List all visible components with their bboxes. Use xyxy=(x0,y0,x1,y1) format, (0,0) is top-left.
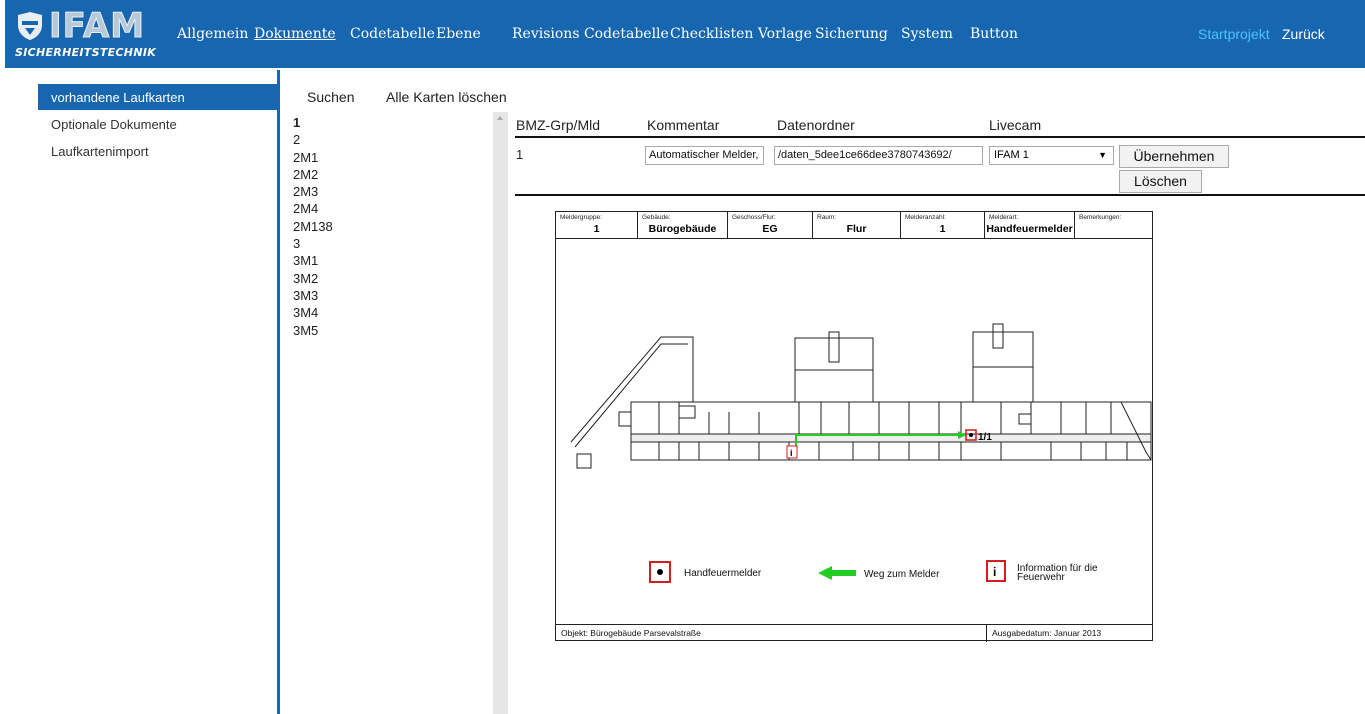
livecam-select[interactable]: IFAM 1 ▼ xyxy=(989,146,1114,165)
nav-system[interactable]: System xyxy=(901,26,953,42)
kommentar-field[interactable]: Automatischer Melder, xyxy=(645,146,764,165)
list-item[interactable]: 2M3 xyxy=(293,183,493,200)
list-item[interactable]: 3 xyxy=(293,235,493,252)
scroll-up-arrow-icon[interactable] xyxy=(497,116,503,120)
column-header-livecam: Livecam xyxy=(989,117,1042,133)
legend-info-line2: Feuerwehr xyxy=(1017,572,1065,583)
detector-label: 1/1 xyxy=(978,432,992,443)
nav-sicherung[interactable]: Sicherung xyxy=(815,26,888,42)
sidebar-item-laufkartenimport[interactable]: Laufkartenimport xyxy=(38,138,278,164)
laufkarte-header: Meldergruppe: 1 Gebäude: Bürogebäude Ges… xyxy=(556,212,1152,239)
list-item[interactable]: 1 xyxy=(293,114,493,131)
bmz-value: 1 xyxy=(516,147,524,162)
laufkarte-preview: Meldergruppe: 1 Gebäude: Bürogebäude Ges… xyxy=(555,211,1153,642)
shield-logo-icon xyxy=(18,12,42,40)
table-header-rule xyxy=(515,136,1365,138)
list-item[interactable]: 2M4 xyxy=(293,200,493,217)
nav-dokumente[interactable]: Dokumente xyxy=(254,26,336,42)
list-item[interactable]: 3M5 xyxy=(293,322,493,339)
footer-divider xyxy=(986,625,987,642)
column-header-bmz: BMZ-Grp/Mld xyxy=(516,117,600,133)
laufkarte-footer: Objekt: Bürogebäude Parsevalstraße Ausga… xyxy=(556,624,1152,642)
header-cell-geschoss: Geschoss/Flur: EG xyxy=(728,212,813,238)
list-item[interactable]: 2 xyxy=(293,131,493,148)
list-item[interactable]: 3M2 xyxy=(293,270,493,287)
handfeuermelder-legend-icon xyxy=(649,561,671,583)
header-cell-meldergruppe: Meldergruppe: 1 xyxy=(556,212,638,238)
search-link[interactable]: Suchen xyxy=(307,89,354,105)
livecam-selected-value: IFAM 1 xyxy=(994,149,1029,161)
brand-name: IFAM xyxy=(48,6,146,46)
nav-ebene[interactable]: Ebene xyxy=(436,26,481,42)
delete-all-cards-link[interactable]: Alle Karten löschen xyxy=(386,89,507,105)
ifam-logo[interactable]: IFAM SICHERHEITSTECHNIK xyxy=(15,6,157,60)
nav-revisions-codetabelle[interactable]: Revisions Codetabelle xyxy=(512,26,669,42)
top-navigation-bar: IFAM SICHERHEITSTECHNIK Allgemein Dokume… xyxy=(5,0,1365,68)
route-arrow-legend-icon xyxy=(818,566,856,580)
nav-button[interactable]: Button xyxy=(970,26,1018,42)
nav-codetabelle[interactable]: Codetabelle xyxy=(350,26,435,42)
footer-ausgabedatum: Ausgabedatum: Januar 2013 xyxy=(992,628,1102,638)
sidebar-item-optionale-dokumente[interactable]: Optionale Dokumente xyxy=(38,111,278,137)
header-cell-melderart: Melderart: Handfeuermelder xyxy=(985,212,1075,238)
table-bottom-rule xyxy=(515,194,1365,196)
sidebar-divider xyxy=(277,70,280,714)
list-item[interactable]: 2M2 xyxy=(293,166,493,183)
list-item[interactable]: 3M4 xyxy=(293,304,493,321)
apply-button[interactable]: Übernehmen xyxy=(1119,145,1229,168)
floor-plan: 1/1 i xyxy=(570,323,1152,469)
header-cell-bemerkungen: Bemerkungen: xyxy=(1079,214,1122,221)
list-item[interactable]: 2M138 xyxy=(293,218,493,235)
svg-text:i: i xyxy=(790,448,793,458)
sidebar-item-vorhandene-laufkarten[interactable]: vorhandene Laufkarten xyxy=(38,84,278,110)
legend-handfeuermelder: Handfeuermelder xyxy=(684,568,762,579)
nav-checklisten-vorlage[interactable]: Checklisten Vorlage xyxy=(670,26,812,42)
column-header-datenordner: Datenordner xyxy=(777,117,855,133)
footer-objekt: Objekt: Bürogebäude Parsevalstraße xyxy=(561,628,701,638)
nav-allgemein[interactable]: Allgemein xyxy=(177,26,248,42)
card-list: 1 2 2M1 2M2 2M3 2M4 2M138 3 3M1 3M2 3M3 … xyxy=(293,114,493,339)
list-item[interactable]: 3M1 xyxy=(293,252,493,269)
list-item[interactable]: 2M1 xyxy=(293,149,493,166)
zurueck-link[interactable]: Zurück xyxy=(1282,26,1325,42)
datenordner-field[interactable]: /daten_5dee1ce66dee3780743692/ xyxy=(774,146,983,165)
svg-text:i: i xyxy=(993,565,996,579)
info-legend-icon: i xyxy=(986,560,1006,582)
header-cell-melderanzahl: Melderanzahl: 1 xyxy=(901,212,985,238)
legend-weg-zum-melder: Weg zum Melder xyxy=(864,569,940,580)
startprojekt-link[interactable]: Startprojekt xyxy=(1198,26,1270,42)
column-header-kommentar: Kommentar xyxy=(647,117,720,133)
list-item[interactable]: 3M3 xyxy=(293,287,493,304)
delete-button[interactable]: Löschen xyxy=(1119,170,1202,193)
chevron-down-icon: ▼ xyxy=(1098,150,1107,160)
sidebar: vorhandene Laufkarten Optionale Dokument… xyxy=(30,70,280,714)
card-list-scrollbar[interactable] xyxy=(493,112,508,714)
header-cell-gebaeude: Gebäude: Bürogebäude xyxy=(638,212,728,238)
brand-tagline: SICHERHEITSTECHNIK xyxy=(15,46,157,59)
header-cell-raum: Raum: Flur xyxy=(813,212,901,238)
